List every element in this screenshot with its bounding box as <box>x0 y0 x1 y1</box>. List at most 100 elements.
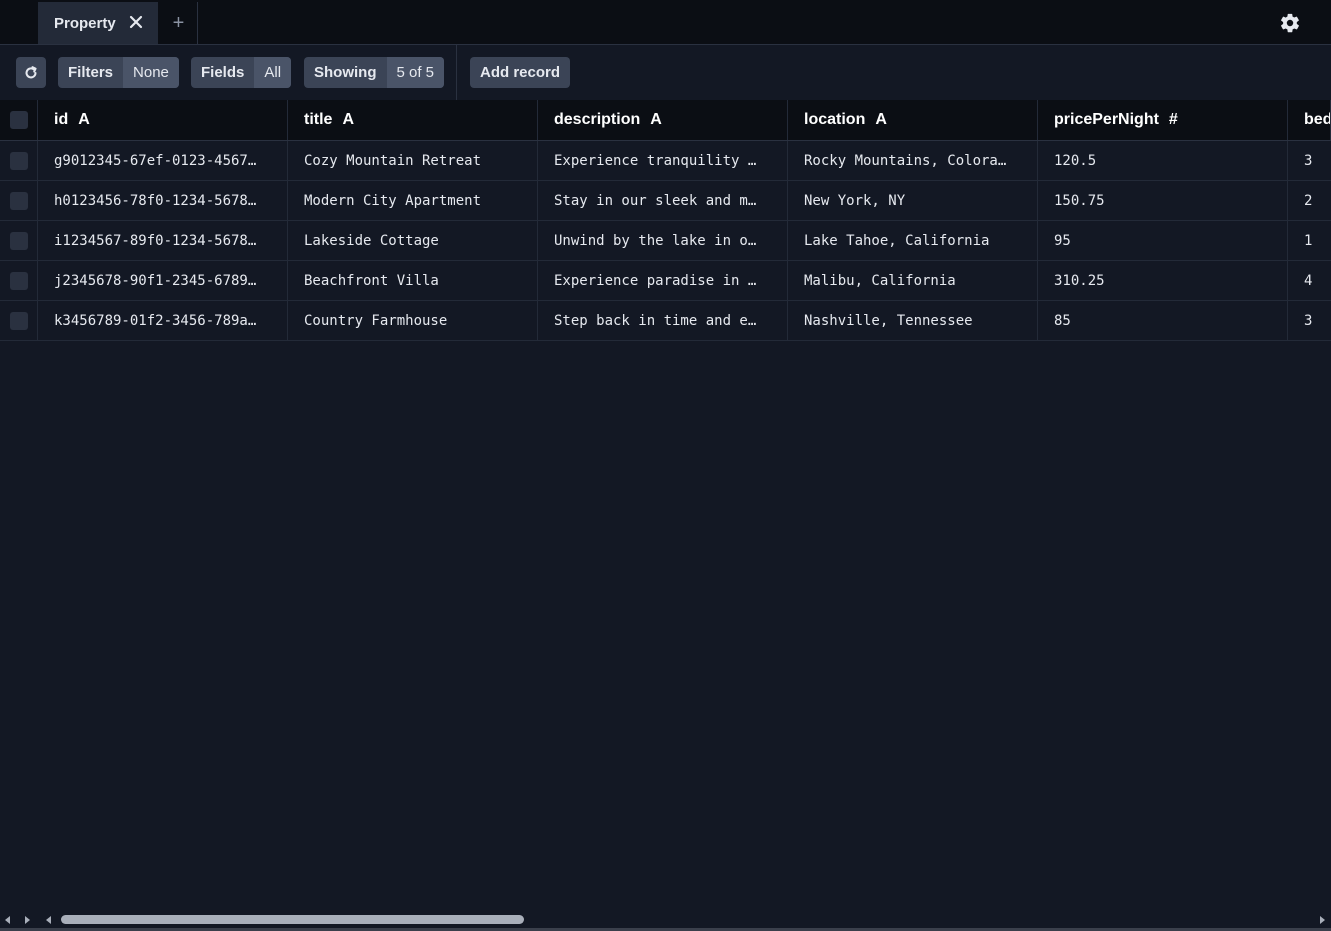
add-record-button[interactable]: Add record <box>470 57 571 88</box>
row-checkbox[interactable] <box>9 271 28 290</box>
column-header-pricepernight[interactable]: pricePerNight # <box>1038 100 1288 140</box>
scroll-right-icon[interactable] <box>21 914 33 926</box>
cell-title[interactable]: Country Farmhouse <box>288 301 538 340</box>
column-header-location[interactable]: location A <box>788 100 1038 140</box>
showing-button[interactable]: Showing 5 of 5 <box>304 57 445 88</box>
row-checkbox[interactable] <box>9 151 28 170</box>
cell-value: g9012345-67ef-0123-4567… <box>54 152 257 169</box>
scroll-left-icon[interactable] <box>43 914 55 926</box>
fields-label: Fields <box>201 64 245 81</box>
cell-id[interactable]: k3456789-01f2-3456-789a… <box>38 301 288 340</box>
cell-bed[interactable]: 3 <box>1288 301 1331 340</box>
cell-id[interactable]: h0123456-78f0-1234-5678… <box>38 181 288 220</box>
column-header-bed[interactable]: bed <box>1288 100 1331 140</box>
type-icon: A <box>342 111 355 128</box>
row-select-cell <box>0 181 38 220</box>
add-tab-button[interactable]: + <box>160 2 198 44</box>
cell-value: i1234567-89f0-1234-5678… <box>54 232 257 249</box>
type-icon: A <box>650 111 662 128</box>
cell-pricepernight[interactable]: 95 <box>1038 221 1288 260</box>
cell-description[interactable]: Unwind by the lake in o… <box>538 221 788 260</box>
cell-value: 85 <box>1054 312 1071 329</box>
column-header-description[interactable]: description A <box>538 100 788 140</box>
cell-value: 2 <box>1304 192 1313 209</box>
scrollbar-thumb[interactable] <box>61 915 524 924</box>
cell-title[interactable]: Lakeside Cottage <box>288 221 538 260</box>
column-name: pricePerNight <box>1054 111 1159 128</box>
cell-value: Experience paradise in … <box>554 272 757 289</box>
showing-label: Showing <box>314 64 377 81</box>
cell-id[interactable]: g9012345-67ef-0123-4567… <box>38 141 288 180</box>
cell-value: 150.75 <box>1054 192 1105 209</box>
scroll-left-icon[interactable] <box>2 914 14 926</box>
cell-location[interactable]: Malibu, California <box>788 261 1038 300</box>
cell-value: 4 <box>1304 272 1313 289</box>
cell-description[interactable]: Step back in time and e… <box>538 301 788 340</box>
column-name: id <box>54 111 69 128</box>
cell-value: h0123456-78f0-1234-5678… <box>54 192 257 209</box>
cell-bed[interactable]: 4 <box>1288 261 1331 300</box>
fields-button[interactable]: Fields All <box>191 57 292 88</box>
toolbar: Filters None Fields All Showing 5 of 5 A… <box>0 45 1331 100</box>
cell-value: k3456789-01f2-3456-789a… <box>54 312 257 329</box>
cell-value: Nashville, Tennessee <box>804 312 973 329</box>
table-row[interactable]: j2345678-90f1-2345-6789… Beachfront Villa… <box>0 261 1331 301</box>
cell-location[interactable]: Lake Tahoe, California <box>788 221 1038 260</box>
cell-value: New York, NY <box>804 192 906 209</box>
cell-id[interactable]: j2345678-90f1-2345-6789… <box>38 261 288 300</box>
filters-value: None <box>123 57 179 88</box>
cell-location[interactable]: Rocky Mountains, Colora… <box>788 141 1038 180</box>
cell-pricepernight[interactable]: 150.75 <box>1038 181 1288 220</box>
cell-id[interactable]: i1234567-89f0-1234-5678… <box>38 221 288 260</box>
column-name: location <box>804 111 866 128</box>
fields-value: All <box>254 57 292 88</box>
cell-title[interactable]: Modern City Apartment <box>288 181 538 220</box>
cell-value: 310.25 <box>1054 272 1105 289</box>
type-icon: A <box>875 111 887 128</box>
table-row[interactable]: h0123456-78f0-1234-5678… Modern City Apar… <box>0 181 1331 221</box>
select-all-checkbox[interactable] <box>9 111 28 129</box>
cell-description[interactable]: Experience tranquility … <box>538 141 788 180</box>
cell-pricepernight[interactable]: 120.5 <box>1038 141 1288 180</box>
tab-bar: Property + <box>0 0 1331 45</box>
cell-value: 3 <box>1304 312 1313 329</box>
cell-value: Step back in time and e… <box>554 312 757 329</box>
cell-value: Country Farmhouse <box>304 312 448 329</box>
row-select-cell <box>0 141 38 180</box>
cell-value: Experience tranquility … <box>554 152 757 169</box>
column-header-id[interactable]: id A <box>38 100 288 140</box>
table-row[interactable]: g9012345-67ef-0123-4567… Cozy Mountain Re… <box>0 141 1331 181</box>
table-row[interactable]: k3456789-01f2-3456-789a… Country Farmhous… <box>0 301 1331 341</box>
scroll-right-icon[interactable] <box>1316 914 1328 926</box>
cell-bed[interactable]: 1 <box>1288 221 1331 260</box>
cell-location[interactable]: New York, NY <box>788 181 1038 220</box>
cell-pricepernight[interactable]: 310.25 <box>1038 261 1288 300</box>
gear-icon[interactable] <box>1279 12 1301 34</box>
row-checkbox[interactable] <box>9 311 28 330</box>
column-name: title <box>304 111 333 128</box>
cell-location[interactable]: Nashville, Tennessee <box>788 301 1038 340</box>
horizontal-scrollbar[interactable] <box>0 911 1331 928</box>
cell-title[interactable]: Cozy Mountain Retreat <box>288 141 538 180</box>
cell-pricepernight[interactable]: 85 <box>1038 301 1288 340</box>
cell-value: Lake Tahoe, California <box>804 232 990 249</box>
tab-property[interactable]: Property <box>38 2 158 44</box>
cell-value: j2345678-90f1-2345-6789… <box>54 272 257 289</box>
row-checkbox[interactable] <box>9 231 28 250</box>
table-row[interactable]: i1234567-89f0-1234-5678… Lakeside Cottage… <box>0 221 1331 261</box>
cell-bed[interactable]: 2 <box>1288 181 1331 220</box>
select-all-cell <box>0 100 38 140</box>
cell-description[interactable]: Stay in our sleek and m… <box>538 181 788 220</box>
row-select-cell <box>0 221 38 260</box>
close-icon[interactable] <box>127 13 145 31</box>
refresh-button[interactable] <box>16 57 46 88</box>
row-checkbox[interactable] <box>9 191 28 210</box>
cell-title[interactable]: Beachfront Villa <box>288 261 538 300</box>
cell-bed[interactable]: 3 <box>1288 141 1331 180</box>
cell-value: Beachfront Villa <box>304 272 439 289</box>
cell-value: 3 <box>1304 152 1313 169</box>
cell-description[interactable]: Experience paradise in … <box>538 261 788 300</box>
cell-value: Stay in our sleek and m… <box>554 192 757 209</box>
filters-button[interactable]: Filters None <box>58 57 179 88</box>
column-header-title[interactable]: title A <box>288 100 538 140</box>
